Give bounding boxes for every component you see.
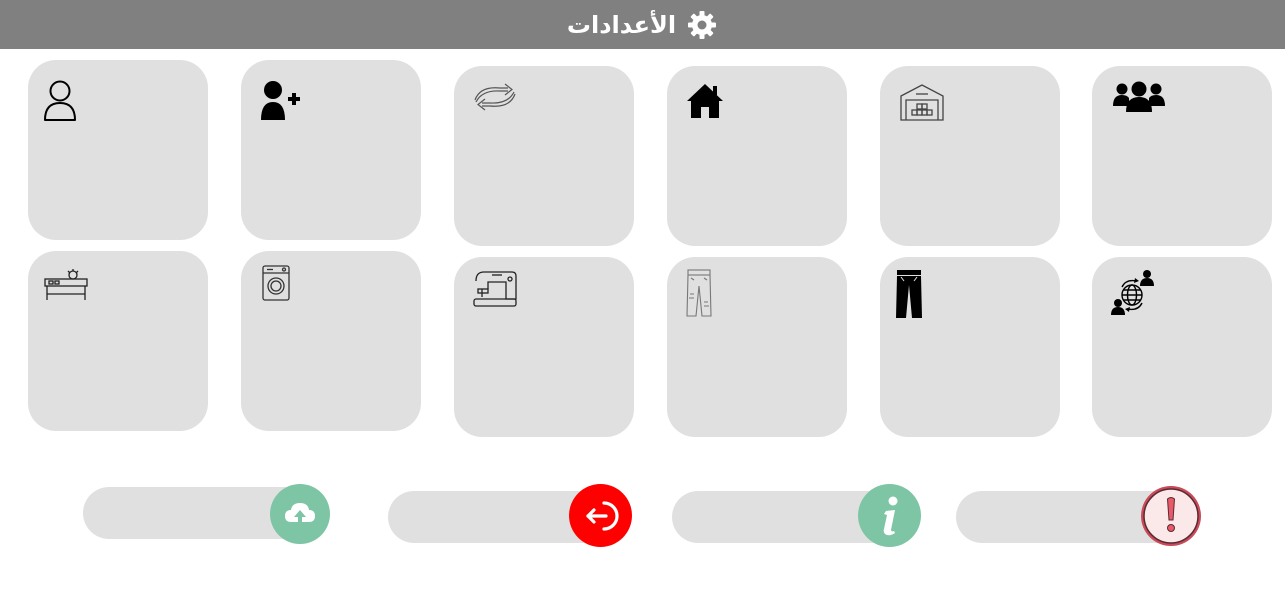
tile-ripped-jeans[interactable] [667,257,847,437]
global-network-icon [1111,270,1154,315]
cutting-table-icon [44,269,88,300]
info-icon [883,496,897,535]
tile-home[interactable] [667,66,847,246]
user-icon [44,80,76,121]
tile-warehouse[interactable] [880,66,1060,246]
ripped-jeans-icon [686,269,712,317]
tile-global-network[interactable] [1092,257,1272,437]
warehouse-icon [900,84,944,121]
gear-icon [688,10,717,39]
tile-users-group[interactable] [1092,66,1272,246]
sewing-machine-icon [473,271,517,307]
home-icon [687,84,723,118]
sync-arrows-icon [474,83,516,111]
header-bar: الأعدادات [0,0,1285,49]
page-title: الأعدادات [566,10,677,39]
logout-icon [585,500,619,531]
tile-washing-machine[interactable] [241,251,421,431]
info-button[interactable] [858,484,921,547]
tile-add-user[interactable] [241,60,421,240]
users-group-icon [1113,81,1165,112]
upload-button[interactable] [270,484,330,544]
tile-sewing-machine[interactable] [454,257,634,437]
warning-button[interactable] [1141,486,1201,546]
add-user-icon [261,81,300,120]
cloud-upload-icon [285,503,315,526]
trousers-icon [896,270,922,318]
tile-cutting-table[interactable] [28,251,208,431]
tile-sync[interactable] [454,66,634,246]
washing-machine-icon [262,265,290,301]
warning-icon [1143,488,1199,544]
logout-button[interactable] [569,484,632,547]
tile-user[interactable] [28,60,208,240]
tile-trousers[interactable] [880,257,1060,437]
